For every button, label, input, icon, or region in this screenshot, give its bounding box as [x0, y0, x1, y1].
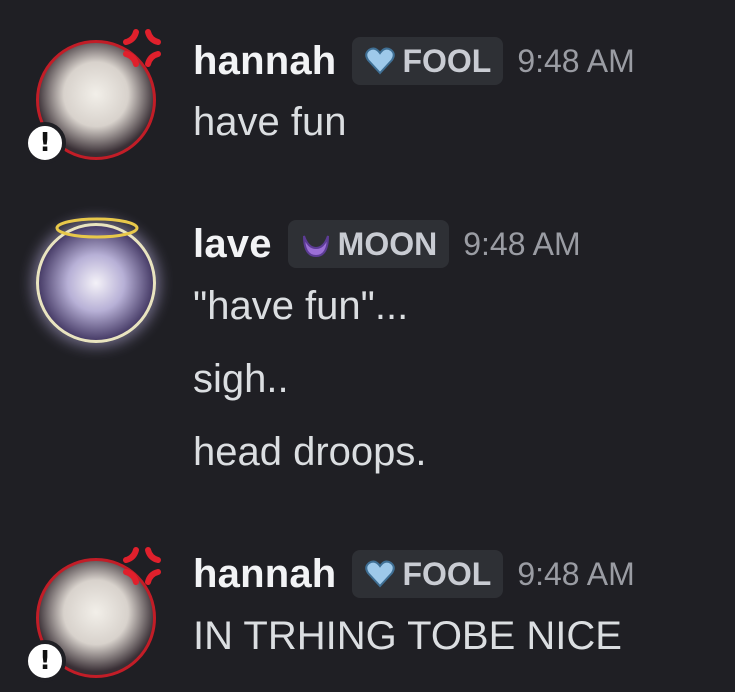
message-text: have fun: [193, 100, 347, 144]
timestamp[interactable]: 9:48 AM: [517, 556, 634, 593]
message-text: IN TRHING TOBE NICE: [193, 614, 622, 658]
avatar-hannah[interactable]: !: [24, 29, 161, 164]
alert-badge-icon: !: [24, 640, 66, 682]
message-text: "have fun"...: [193, 284, 409, 328]
message-text: sigh..: [193, 357, 289, 401]
crescent-moon-icon: [302, 235, 329, 258]
role-label: FOOL: [402, 42, 492, 79]
heart-icon: [365, 47, 396, 75]
avatar-lave[interactable]: [36, 217, 156, 343]
message-text: head droops.: [193, 430, 427, 474]
message-header: lave MOON 9:48 AM: [193, 220, 581, 268]
anger-icon: [123, 547, 161, 585]
alert-badge-icon: !: [24, 122, 66, 164]
username[interactable]: hannah: [193, 39, 336, 84]
halo-icon: [55, 217, 139, 239]
role-label: FOOL: [402, 555, 492, 592]
role-tag[interactable]: FOOL: [352, 550, 504, 598]
heart-icon: [365, 560, 396, 588]
username[interactable]: hannah: [193, 552, 336, 597]
username[interactable]: lave: [193, 222, 272, 267]
role-tag[interactable]: FOOL: [352, 37, 504, 85]
timestamp[interactable]: 9:48 AM: [517, 43, 634, 80]
message-header: hannah FOOL 9:48 AM: [193, 550, 635, 598]
role-tag[interactable]: MOON: [287, 220, 450, 268]
role-label: MOON: [337, 225, 438, 262]
avatar-hannah[interactable]: !: [24, 547, 161, 682]
anger-icon: [123, 29, 161, 67]
message-header: hannah FOOL 9:48 AM: [193, 37, 635, 85]
timestamp[interactable]: 9:48 AM: [463, 226, 580, 263]
